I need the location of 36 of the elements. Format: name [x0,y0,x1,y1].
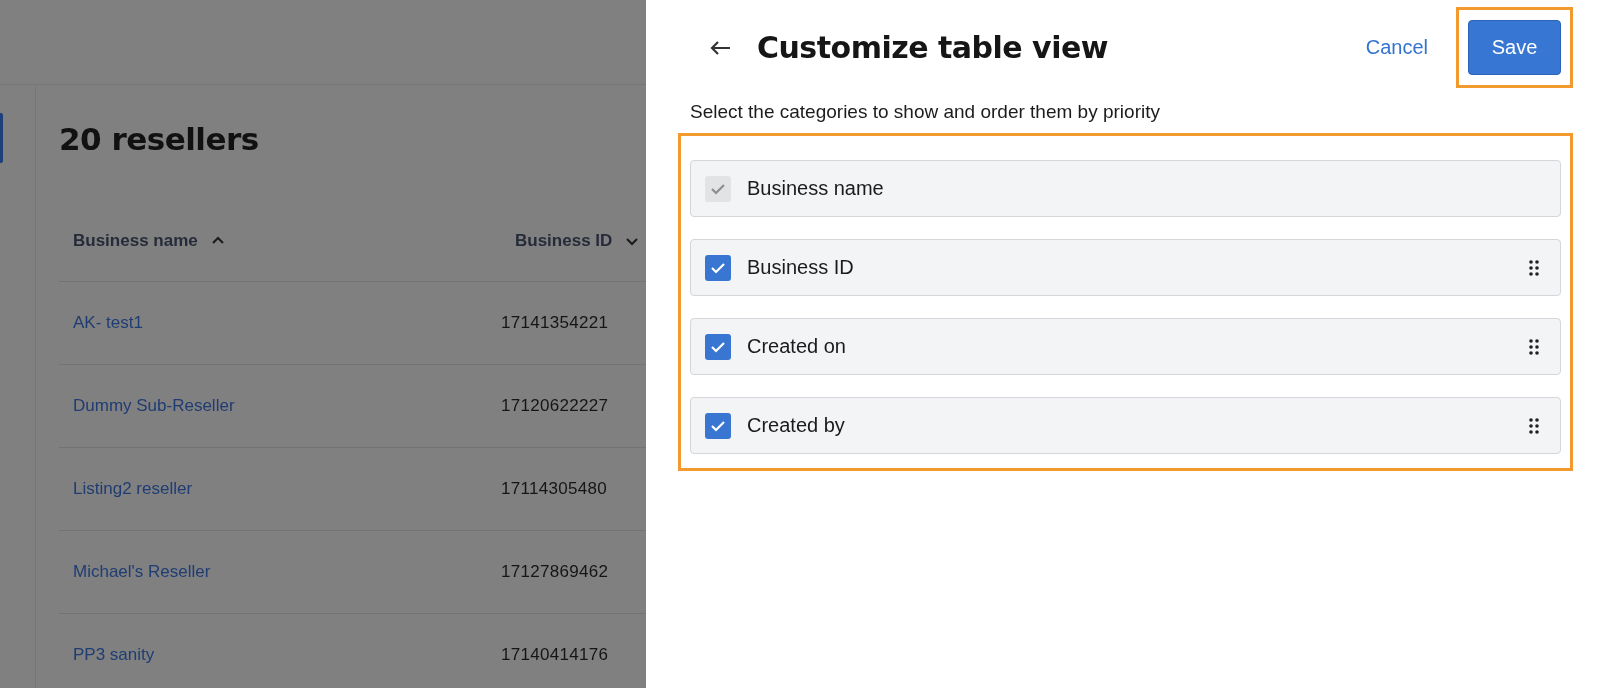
page-heading: 20 resellers [59,121,260,157]
panel-title: Customize table view [757,30,1109,65]
drag-handle-icon[interactable] [1528,258,1540,277]
business-name-link[interactable]: Dummy Sub-Reseller [73,396,235,415]
business-id: 17127869462 [501,562,609,581]
category-row[interactable]: Business ID [690,239,1561,296]
column-header[interactable]: Business name [73,231,198,251]
category-row[interactable]: Created by [690,397,1561,454]
checkmark-icon [710,181,726,196]
checkbox[interactable] [705,333,731,360]
back-arrow-icon [709,39,731,56]
save-button[interactable]: Save [1468,20,1561,75]
business-id: 17141354221 [501,313,609,332]
cancel-button[interactable]: Cancel [1359,28,1434,67]
active-indicator [0,113,3,163]
category-label: Created on [747,335,847,358]
drag-handle-icon[interactable] [1528,337,1540,356]
checkmark-icon [710,339,726,354]
drag-handle-icon[interactable] [1528,416,1540,435]
checkbox[interactable] [705,254,731,281]
business-name-link[interactable]: Michael's Reseller [73,562,211,581]
business-name-link[interactable]: Listing2 reseller [73,479,193,498]
category-label: Business name [747,177,885,200]
column-header[interactable]: Business ID [515,231,613,251]
business-name-link[interactable]: AK- test1 [73,313,143,332]
checkmark-icon [710,260,726,275]
category-row[interactable]: Created on [690,318,1561,375]
business-id: 17114305480 [501,479,608,498]
business-id: 17140414176 [501,645,609,664]
category-label: Created by [747,414,846,437]
category-label: Business ID [747,256,855,279]
instructions-text: Select the categories to show and order them by priority [690,101,1161,123]
business-id: 17120622227 [501,396,609,415]
checkbox[interactable] [705,412,731,439]
checkmark-icon [710,418,726,433]
business-name-link[interactable]: PP3 sanity [73,645,155,664]
